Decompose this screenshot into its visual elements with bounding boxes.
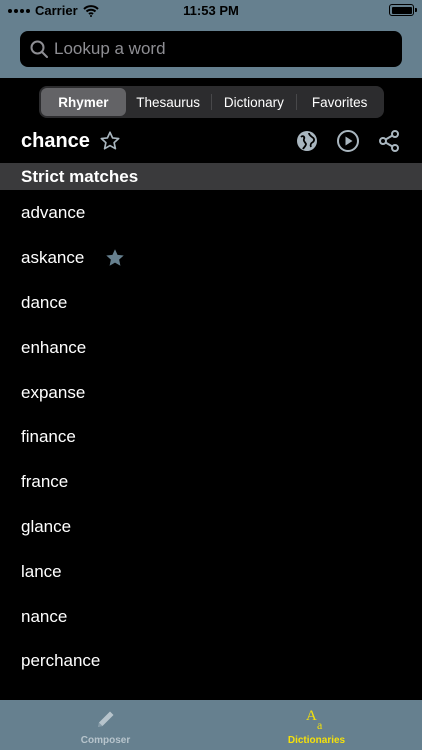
tab-composer[interactable]: Composer [0,700,211,750]
tab-dictionaries[interactable]: A a Dictionaries [211,700,422,750]
list-item[interactable]: glance [0,505,422,550]
pencil-icon [94,706,118,732]
list-item-label: finance [21,427,76,447]
rhyme-list: advance askance dance enhance expanse fi… [0,191,422,684]
list-item[interactable]: advance [0,191,422,236]
list-item-label: dance [21,292,68,312]
svg-text:a: a [317,718,323,732]
tab-composer-label: Composer [80,735,131,746]
list-item[interactable]: perchance [0,639,422,684]
list-item-label: glance [21,516,72,536]
section-header: Strict matches [0,163,422,190]
svg-text:A: A [306,708,317,724]
tab-bar: Composer A a Dictionaries [0,700,422,750]
segment-favorites[interactable]: Favorites [297,88,382,116]
list-item-label: askance [21,248,85,268]
list-item[interactable]: nance [0,594,422,639]
status-bar: Carrier 11:53 PM [0,0,422,22]
search-icon [30,40,48,58]
globe-icon[interactable] [294,128,320,154]
list-item-label: advance [21,203,86,223]
search-box[interactable] [20,31,402,67]
word-actions [294,128,402,154]
list-item-label: perchance [21,651,101,671]
list-item-label: lance [21,561,62,581]
list-item[interactable]: finance [0,415,422,460]
word-row: chance [0,124,422,158]
list-item-label: enhance [21,337,87,357]
list-item[interactable]: dance [0,281,422,326]
dictionary-icon: A a [304,706,330,732]
list-item[interactable]: lance [0,549,422,594]
search-input[interactable] [54,39,384,59]
list-item[interactable]: expanse [0,370,422,415]
list-item-label: expanse [21,382,86,402]
segment-rhymer[interactable]: Rhymer [41,88,126,116]
list-item[interactable]: france [0,460,422,505]
word-title: chance [21,129,90,152]
list-item[interactable]: askance [0,236,422,281]
list-item-label: france [21,472,69,492]
segment-thesaurus[interactable]: Thesaurus [126,88,211,116]
segmented-control: Rhymer Thesaurus Dictionary Favorites [39,86,384,118]
star-filled-icon[interactable] [104,247,126,269]
tab-dictionaries-label: Dictionaries [287,735,346,746]
play-icon[interactable] [335,128,361,154]
list-item[interactable]: enhance [0,325,422,370]
star-outline-icon[interactable] [99,130,121,152]
status-time: 11:53 PM [183,3,239,18]
list-item-label: nance [21,606,68,626]
share-icon[interactable] [376,128,402,154]
header: Carrier 11:53 PM [0,0,422,78]
battery-icon [389,4,417,16]
segment-dictionary[interactable]: Dictionary [212,88,297,116]
